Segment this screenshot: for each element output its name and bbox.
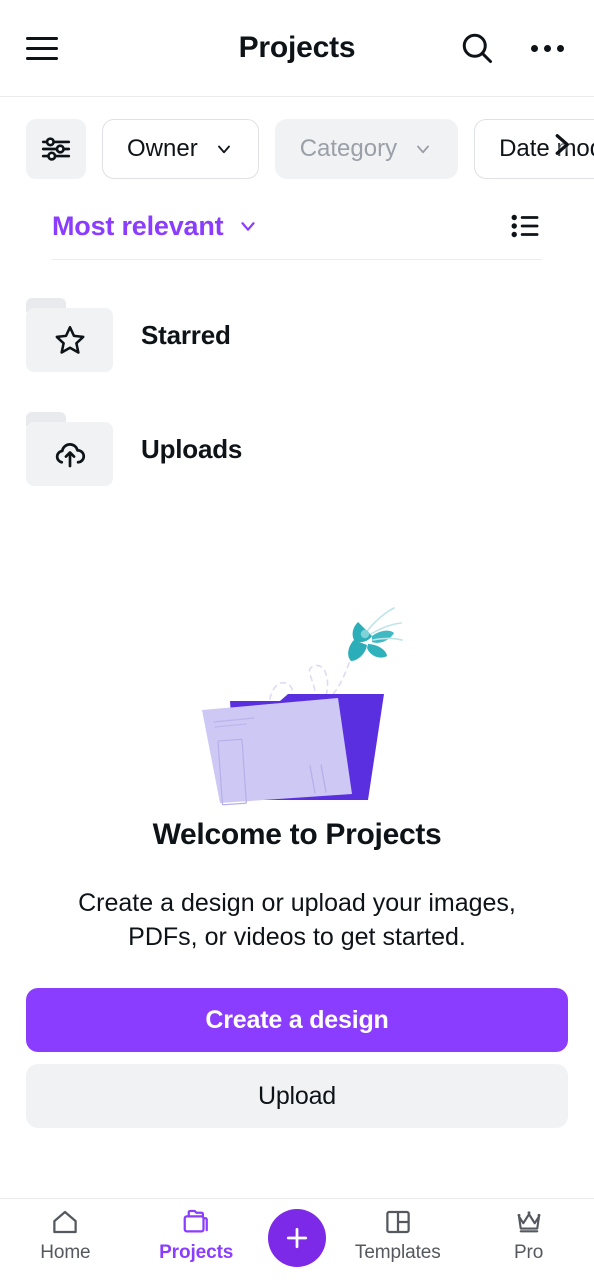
app-header: Projects xyxy=(0,0,594,97)
list-item[interactable]: Starred xyxy=(26,298,568,372)
plus-icon xyxy=(286,1227,308,1249)
filter-bar: Owner Category Date modified xyxy=(0,97,594,197)
nav-item-home[interactable]: Home xyxy=(6,1207,124,1264)
sort-dropdown[interactable]: Most relevant xyxy=(52,211,259,242)
upload-button[interactable]: Upload xyxy=(26,1064,568,1128)
folder-icon xyxy=(183,1209,209,1233)
create-fab-button[interactable] xyxy=(267,1209,326,1267)
hamburger-menu-icon[interactable] xyxy=(26,26,70,70)
folder-name: Starred xyxy=(141,319,231,350)
list-view-icon[interactable] xyxy=(508,209,542,243)
sort-dropdown-label: Most relevant xyxy=(52,210,224,241)
nav-item-pro-label: Pro xyxy=(513,1242,544,1263)
folder-thumbnail xyxy=(26,298,113,372)
empty-state-description: Create a design or upload your images, P… xyxy=(78,889,516,951)
folder-body xyxy=(26,308,113,372)
nav-item-pro[interactable]: Pro xyxy=(470,1207,588,1264)
nav-item-projects[interactable]: Projects xyxy=(137,1207,255,1264)
more-options-icon[interactable] xyxy=(526,27,568,69)
nav-item-templates-label: Templates xyxy=(354,1242,441,1263)
folder-name: Uploads xyxy=(141,433,243,464)
filter-chip-date-modified[interactable]: Date modified xyxy=(474,119,594,179)
empty-state-title: Welcome to Projects xyxy=(152,818,442,851)
templates-layout-icon xyxy=(386,1210,410,1234)
star-icon xyxy=(55,325,84,354)
bottom-navigation: Home Projects Templates Pro xyxy=(0,1198,594,1280)
folder-thumbnail xyxy=(26,412,113,486)
folder-butterfly-illustration xyxy=(202,607,403,806)
filter-chip-category[interactable]: Category xyxy=(274,119,459,179)
header-actions xyxy=(456,27,568,69)
nav-item-home-label: Home xyxy=(40,1242,91,1263)
folder-list: Starred Uploads xyxy=(0,260,594,486)
chevron-right-icon[interactable] xyxy=(546,123,576,172)
home-icon xyxy=(53,1210,78,1234)
empty-state: Welcome to Projects Create a design or u… xyxy=(0,526,594,954)
filter-chip-owner[interactable]: Owner xyxy=(102,119,259,179)
search-icon[interactable] xyxy=(456,27,498,69)
cta-buttons: Create a design Upload xyxy=(0,954,594,1128)
chevron-down-icon xyxy=(417,145,429,154)
filter-sliders-icon[interactable] xyxy=(26,119,86,179)
filter-chip-owner-label: Owner xyxy=(127,135,198,162)
nav-item-projects-label: Projects xyxy=(159,1242,234,1263)
cloud-upload-icon xyxy=(55,443,85,468)
chevron-down-icon xyxy=(217,145,230,154)
filter-chip-category-label: Category xyxy=(299,135,398,162)
nav-item-templates[interactable]: Templates xyxy=(339,1207,457,1264)
create-a-design-button[interactable]: Create a design xyxy=(26,988,568,1052)
list-item[interactable]: Uploads xyxy=(26,412,568,486)
sort-bar: Most relevant xyxy=(52,197,542,260)
chevron-down-icon xyxy=(241,222,256,231)
crown-icon xyxy=(517,1211,541,1233)
folder-body xyxy=(26,422,113,486)
